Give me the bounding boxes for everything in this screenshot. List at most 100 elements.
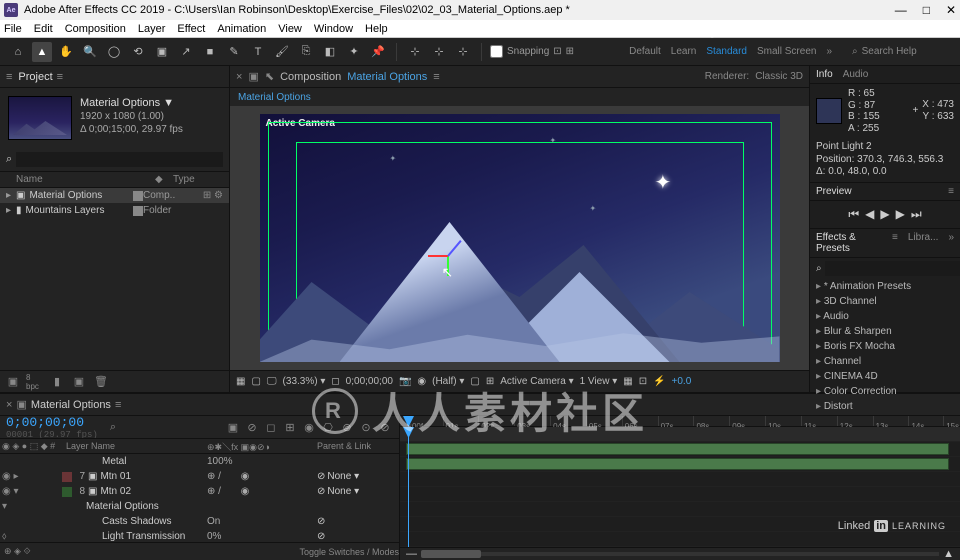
exposure-value[interactable]: +0.0 bbox=[672, 376, 692, 387]
parent-dropdown[interactable]: None ▾ bbox=[327, 486, 359, 497]
workspace-more[interactable]: » bbox=[826, 46, 832, 57]
time-ruler[interactable]: :00f 01s 02s 03s 04s 05s 06s 07s 08s 09s… bbox=[400, 416, 960, 427]
workspace-standard[interactable]: Standard bbox=[706, 46, 747, 57]
zoom-tool[interactable]: 🔍 bbox=[80, 42, 100, 62]
snap-opt-icon[interactable]: ⊡ bbox=[553, 46, 561, 57]
lock-tab-icon[interactable]: ▣ bbox=[16, 398, 26, 411]
libraries-tab[interactable]: Libra... bbox=[908, 232, 939, 254]
zoom-in-icon[interactable]: ▲ bbox=[943, 548, 954, 560]
prop-value[interactable]: 100% bbox=[207, 456, 317, 467]
effects-tab[interactable]: Effects & Presets bbox=[816, 232, 880, 254]
alpha-toggle-icon[interactable]: ▦ bbox=[236, 376, 245, 387]
hand-tool[interactable]: ✋ bbox=[56, 42, 76, 62]
puppet-tool[interactable]: 📌 bbox=[368, 42, 388, 62]
col-parent[interactable]: Parent & Link bbox=[317, 441, 397, 451]
first-frame-button[interactable]: ⏮ bbox=[848, 207, 859, 222]
display-toggle-icon[interactable]: 🖵 bbox=[267, 376, 277, 387]
fx-category[interactable]: Channel bbox=[810, 354, 960, 369]
menu-edit[interactable]: Edit bbox=[34, 23, 53, 35]
pen-tool[interactable]: ✎ bbox=[224, 42, 244, 62]
prop-value[interactable]: 0% bbox=[207, 531, 317, 542]
draft3d-icon[interactable]: ◻ bbox=[263, 419, 279, 435]
menu-view[interactable]: View bbox=[278, 23, 302, 35]
bpc-button[interactable]: 8 bpc bbox=[26, 373, 44, 391]
brush-tool[interactable]: 🖌 bbox=[272, 42, 292, 62]
shy-icon[interactable]: ⊘ bbox=[244, 419, 260, 435]
close-tab-icon[interactable]: × bbox=[6, 399, 12, 411]
current-time[interactable]: 0;00;00;00 bbox=[6, 416, 98, 430]
auto-keyframe-icon[interactable]: ⊙ bbox=[358, 419, 374, 435]
camera-dropdown[interactable]: Active Camera ▾ bbox=[500, 376, 573, 387]
view-opt-icon[interactable]: ▦ bbox=[623, 376, 632, 387]
close-button[interactable]: ✕ bbox=[946, 3, 956, 17]
snap-opt2-icon[interactable]: ⊞ bbox=[566, 46, 574, 57]
panel-menu-icon[interactable]: ≡ bbox=[6, 71, 12, 83]
fx-category[interactable]: Audio bbox=[810, 309, 960, 324]
prev-frame-button[interactable]: ◀ bbox=[865, 207, 874, 222]
text-tool[interactable]: T bbox=[248, 42, 268, 62]
project-tab[interactable]: Project bbox=[18, 71, 52, 83]
tabs-more[interactable]: » bbox=[948, 232, 954, 254]
menu-layer[interactable]: Layer bbox=[138, 23, 166, 35]
composition-viewer[interactable]: Active Camera ✦ ✦ ✦ ✦ ↖ bbox=[260, 114, 780, 362]
project-search-input[interactable] bbox=[16, 152, 223, 167]
menu-composition[interactable]: Composition bbox=[65, 23, 126, 35]
maximize-button[interactable]: □ bbox=[923, 3, 930, 17]
project-item-comp[interactable]: ▸ ▣ Material Options Comp.. ⊞ ⚙ bbox=[0, 188, 229, 203]
timeline-tab[interactable]: Material Options bbox=[31, 399, 111, 411]
preview-tab[interactable]: Preview bbox=[816, 186, 852, 197]
menu-help[interactable]: Help bbox=[365, 23, 388, 35]
frame-blend-icon[interactable]: ⊞ bbox=[282, 419, 298, 435]
menu-effect[interactable]: Effect bbox=[177, 23, 205, 35]
next-frame-button[interactable]: ▶ bbox=[896, 207, 905, 222]
rotate-tool[interactable]: ⟲ bbox=[128, 42, 148, 62]
link-icon[interactable]: ⊘ bbox=[377, 419, 393, 435]
col-name[interactable]: Name bbox=[6, 174, 155, 185]
trash-icon[interactable]: 🗑 bbox=[92, 373, 110, 391]
effects-search-input[interactable] bbox=[825, 261, 960, 276]
home-button[interactable]: ⌂ bbox=[8, 42, 28, 62]
toggle-switches-button[interactable]: Toggle Switches / Modes bbox=[299, 547, 399, 557]
play-button[interactable]: ▶ bbox=[880, 207, 889, 222]
fx-category[interactable]: 3D Channel bbox=[810, 294, 960, 309]
new-folder-icon[interactable]: ▮ bbox=[48, 373, 66, 391]
eraser-tool[interactable]: ◧ bbox=[320, 42, 340, 62]
fx-category[interactable]: Boris FX Mocha bbox=[810, 339, 960, 354]
camera-tool[interactable]: ▣ bbox=[152, 42, 172, 62]
shape-tool[interactable]: ■ bbox=[200, 42, 220, 62]
playhead[interactable] bbox=[408, 416, 409, 426]
workspace-small[interactable]: Small Screen bbox=[757, 46, 816, 57]
graph-icon[interactable]: ⎔ bbox=[320, 419, 336, 435]
property-row[interactable]: Casts Shadows On ⊘ bbox=[0, 514, 399, 529]
zoom-out-icon[interactable]: — bbox=[406, 548, 417, 560]
layer-row[interactable]: ◉ ▸ 7 ▣ Mtn 01 ⊕ / ◉ ⊘ None ▾ bbox=[0, 469, 399, 484]
axis-view[interactable]: ⊹ bbox=[453, 42, 473, 62]
layer-bar[interactable] bbox=[406, 443, 949, 455]
fast-preview-icon[interactable]: ⚡ bbox=[653, 376, 665, 387]
project-item-folder[interactable]: ▸ ▮ Mountains Layers Folder bbox=[0, 203, 229, 218]
search-icon[interactable]: ⌕ bbox=[110, 421, 116, 434]
new-comp-icon[interactable]: ▣ bbox=[70, 373, 88, 391]
breadcrumb-item[interactable]: Material Options bbox=[238, 92, 311, 103]
fx-category[interactable]: Blur & Sharpen bbox=[810, 324, 960, 339]
channel-icon[interactable]: ◉ bbox=[417, 376, 426, 387]
prop-value[interactable]: On bbox=[207, 516, 317, 527]
roi-icon[interactable]: ▢ bbox=[470, 376, 479, 387]
panel-menu-icon[interactable]: × bbox=[236, 71, 242, 83]
menu-file[interactable]: File bbox=[4, 23, 22, 35]
menu-animation[interactable]: Animation bbox=[217, 23, 266, 35]
col-type[interactable]: Type bbox=[173, 174, 223, 185]
view-opt2-icon[interactable]: ⊡ bbox=[639, 376, 647, 387]
grid-icon[interactable]: ⊞ bbox=[486, 376, 494, 387]
parent-dropdown[interactable]: None ▾ bbox=[327, 471, 359, 482]
clone-tool[interactable]: ⎘ bbox=[296, 42, 316, 62]
col-layer-name[interactable]: Layer Name bbox=[62, 441, 207, 451]
snapshot-icon[interactable]: 📷 bbox=[399, 376, 411, 387]
minimize-button[interactable]: — bbox=[895, 3, 907, 17]
pan-behind-tool[interactable]: ↗ bbox=[176, 42, 196, 62]
comp-tab-name[interactable]: Material Options bbox=[347, 71, 427, 83]
menu-window[interactable]: Window bbox=[314, 23, 353, 35]
search-help-label[interactable]: Search Help bbox=[862, 46, 917, 57]
resolution-dropdown[interactable]: (Half) ▾ bbox=[432, 376, 464, 387]
fx-category[interactable]: * Animation Presets bbox=[810, 279, 960, 294]
